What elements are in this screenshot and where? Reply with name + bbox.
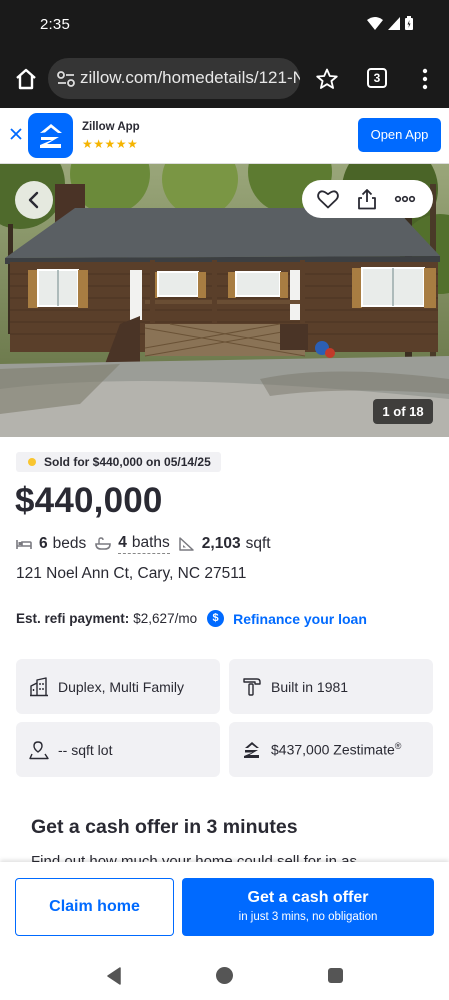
- battery-icon: [405, 16, 413, 30]
- refinance-link[interactable]: Refinance your loan: [233, 611, 367, 627]
- status-bar: 2:35: [0, 0, 449, 50]
- status-time: 2:35: [40, 16, 70, 33]
- zestimate-tile[interactable]: $437,000 Zestimate®: [229, 722, 433, 777]
- heart-icon[interactable]: [317, 189, 339, 209]
- cash-offer-heading: Get a cash offer in 3 minutes: [31, 816, 298, 838]
- sqft-fact: 2,103 sqft: [179, 535, 271, 553]
- baths-label: baths: [131, 534, 170, 551]
- wifi-icon: [367, 16, 383, 30]
- zestimate-text: $437,000 Zestimate®: [271, 741, 401, 758]
- status-badge: Sold for $440,000 on 05/14/25: [16, 452, 221, 472]
- refi-payment-row: Est. refi payment: $2,627/mo $ Refinance…: [16, 610, 367, 627]
- more-vert-icon[interactable]: [414, 67, 436, 91]
- get-cash-offer-button[interactable]: Get a cash offer in just 3 mins, no obli…: [182, 878, 434, 936]
- baths-text[interactable]: 4 baths: [118, 534, 170, 554]
- address-bar[interactable]: zillow.com/homedetails/121-N: [48, 58, 300, 99]
- beds-fact: 6 beds: [16, 535, 86, 553]
- listing-price: $440,000: [15, 481, 163, 520]
- bed-icon: [16, 540, 32, 549]
- building-icon: [30, 676, 48, 696]
- baths-fact[interactable]: 4 baths: [95, 534, 170, 554]
- zillow-logo: [28, 113, 73, 158]
- area-ruler-icon: [179, 537, 194, 551]
- app-install-banner: Zillow App ★★★★★ Open App: [0, 108, 449, 164]
- photo-back-button[interactable]: [15, 181, 53, 219]
- sqft-label: sqft: [245, 535, 271, 552]
- baths-count: 4: [118, 534, 127, 551]
- listing-address: 121 Noel Ann Ct, Cary, NC 27511: [16, 565, 247, 582]
- home-type-text: Duplex, Multi Family: [58, 678, 185, 695]
- sqft-count: 2,103: [201, 535, 241, 552]
- year-built-tile: Built in 1981: [229, 659, 433, 714]
- lot-size-text: -- sqft lot: [58, 741, 113, 758]
- browser-toolbar: zillow.com/homedetails/121-N 3: [0, 50, 449, 108]
- bath-icon: [95, 537, 112, 550]
- hammer-icon: [243, 677, 261, 696]
- home-icon[interactable]: [12, 65, 40, 93]
- nav-back-icon[interactable]: [106, 967, 122, 985]
- site-settings-icon[interactable]: [56, 69, 76, 89]
- share-icon[interactable]: [356, 188, 378, 210]
- rating-stars: ★★★★★: [82, 137, 139, 151]
- refi-value: $2,627/mo: [133, 611, 198, 626]
- listing-photo-carousel[interactable]: 1 of 18: [0, 164, 449, 437]
- tab-switcher-button[interactable]: 3: [367, 68, 387, 88]
- open-app-button[interactable]: Open App: [358, 118, 441, 152]
- photo-counter: 1 of 18: [373, 399, 433, 424]
- url-text: zillow.com/homedetails/121-N: [80, 68, 300, 87]
- listing-actions: [302, 180, 433, 218]
- home-type-tile: Duplex, Multi Family: [16, 659, 220, 714]
- zestimate-value: $437,000 Zestimate: [271, 741, 395, 758]
- refi-label: Est. refi payment:: [16, 611, 130, 626]
- beds-label: beds: [52, 535, 87, 552]
- close-icon[interactable]: [9, 127, 23, 141]
- status-dot: [28, 458, 36, 466]
- sticky-cta-bar: Claim home Get a cash offer in just 3 mi…: [0, 862, 449, 950]
- lot-map-pin-icon: [29, 740, 49, 759]
- signal-icon: [388, 16, 400, 30]
- status-badge-label: Sold for $440,000 on 05/14/25: [44, 455, 211, 469]
- year-built-text: Built in 1981: [271, 678, 349, 695]
- system-nav-bar: [0, 950, 449, 1000]
- cash-offer-button-subtitle: in just 3 mins, no obligation: [238, 911, 378, 923]
- status-icons: [367, 16, 413, 30]
- chevron-left-icon: [28, 191, 39, 209]
- lot-size-tile: -- sqft lot: [16, 722, 220, 777]
- beds-count: 6: [39, 535, 48, 552]
- claim-home-button[interactable]: Claim home: [15, 878, 174, 936]
- app-name: Zillow App: [82, 121, 140, 133]
- home-facts: 6 beds 4 baths 2,103 sqft: [16, 534, 280, 554]
- nav-recents-icon[interactable]: [328, 968, 343, 983]
- bookmark-star-icon[interactable]: [315, 67, 339, 91]
- zillow-z-icon: [40, 124, 62, 148]
- cash-offer-button-title: Get a cash offer: [247, 889, 369, 906]
- dollar-icon: $: [207, 610, 225, 627]
- more-horiz-icon[interactable]: [394, 188, 416, 210]
- registered-mark: ®: [394, 741, 402, 752]
- zestimate-z-icon: [244, 741, 259, 758]
- nav-home-icon[interactable]: [216, 967, 233, 984]
